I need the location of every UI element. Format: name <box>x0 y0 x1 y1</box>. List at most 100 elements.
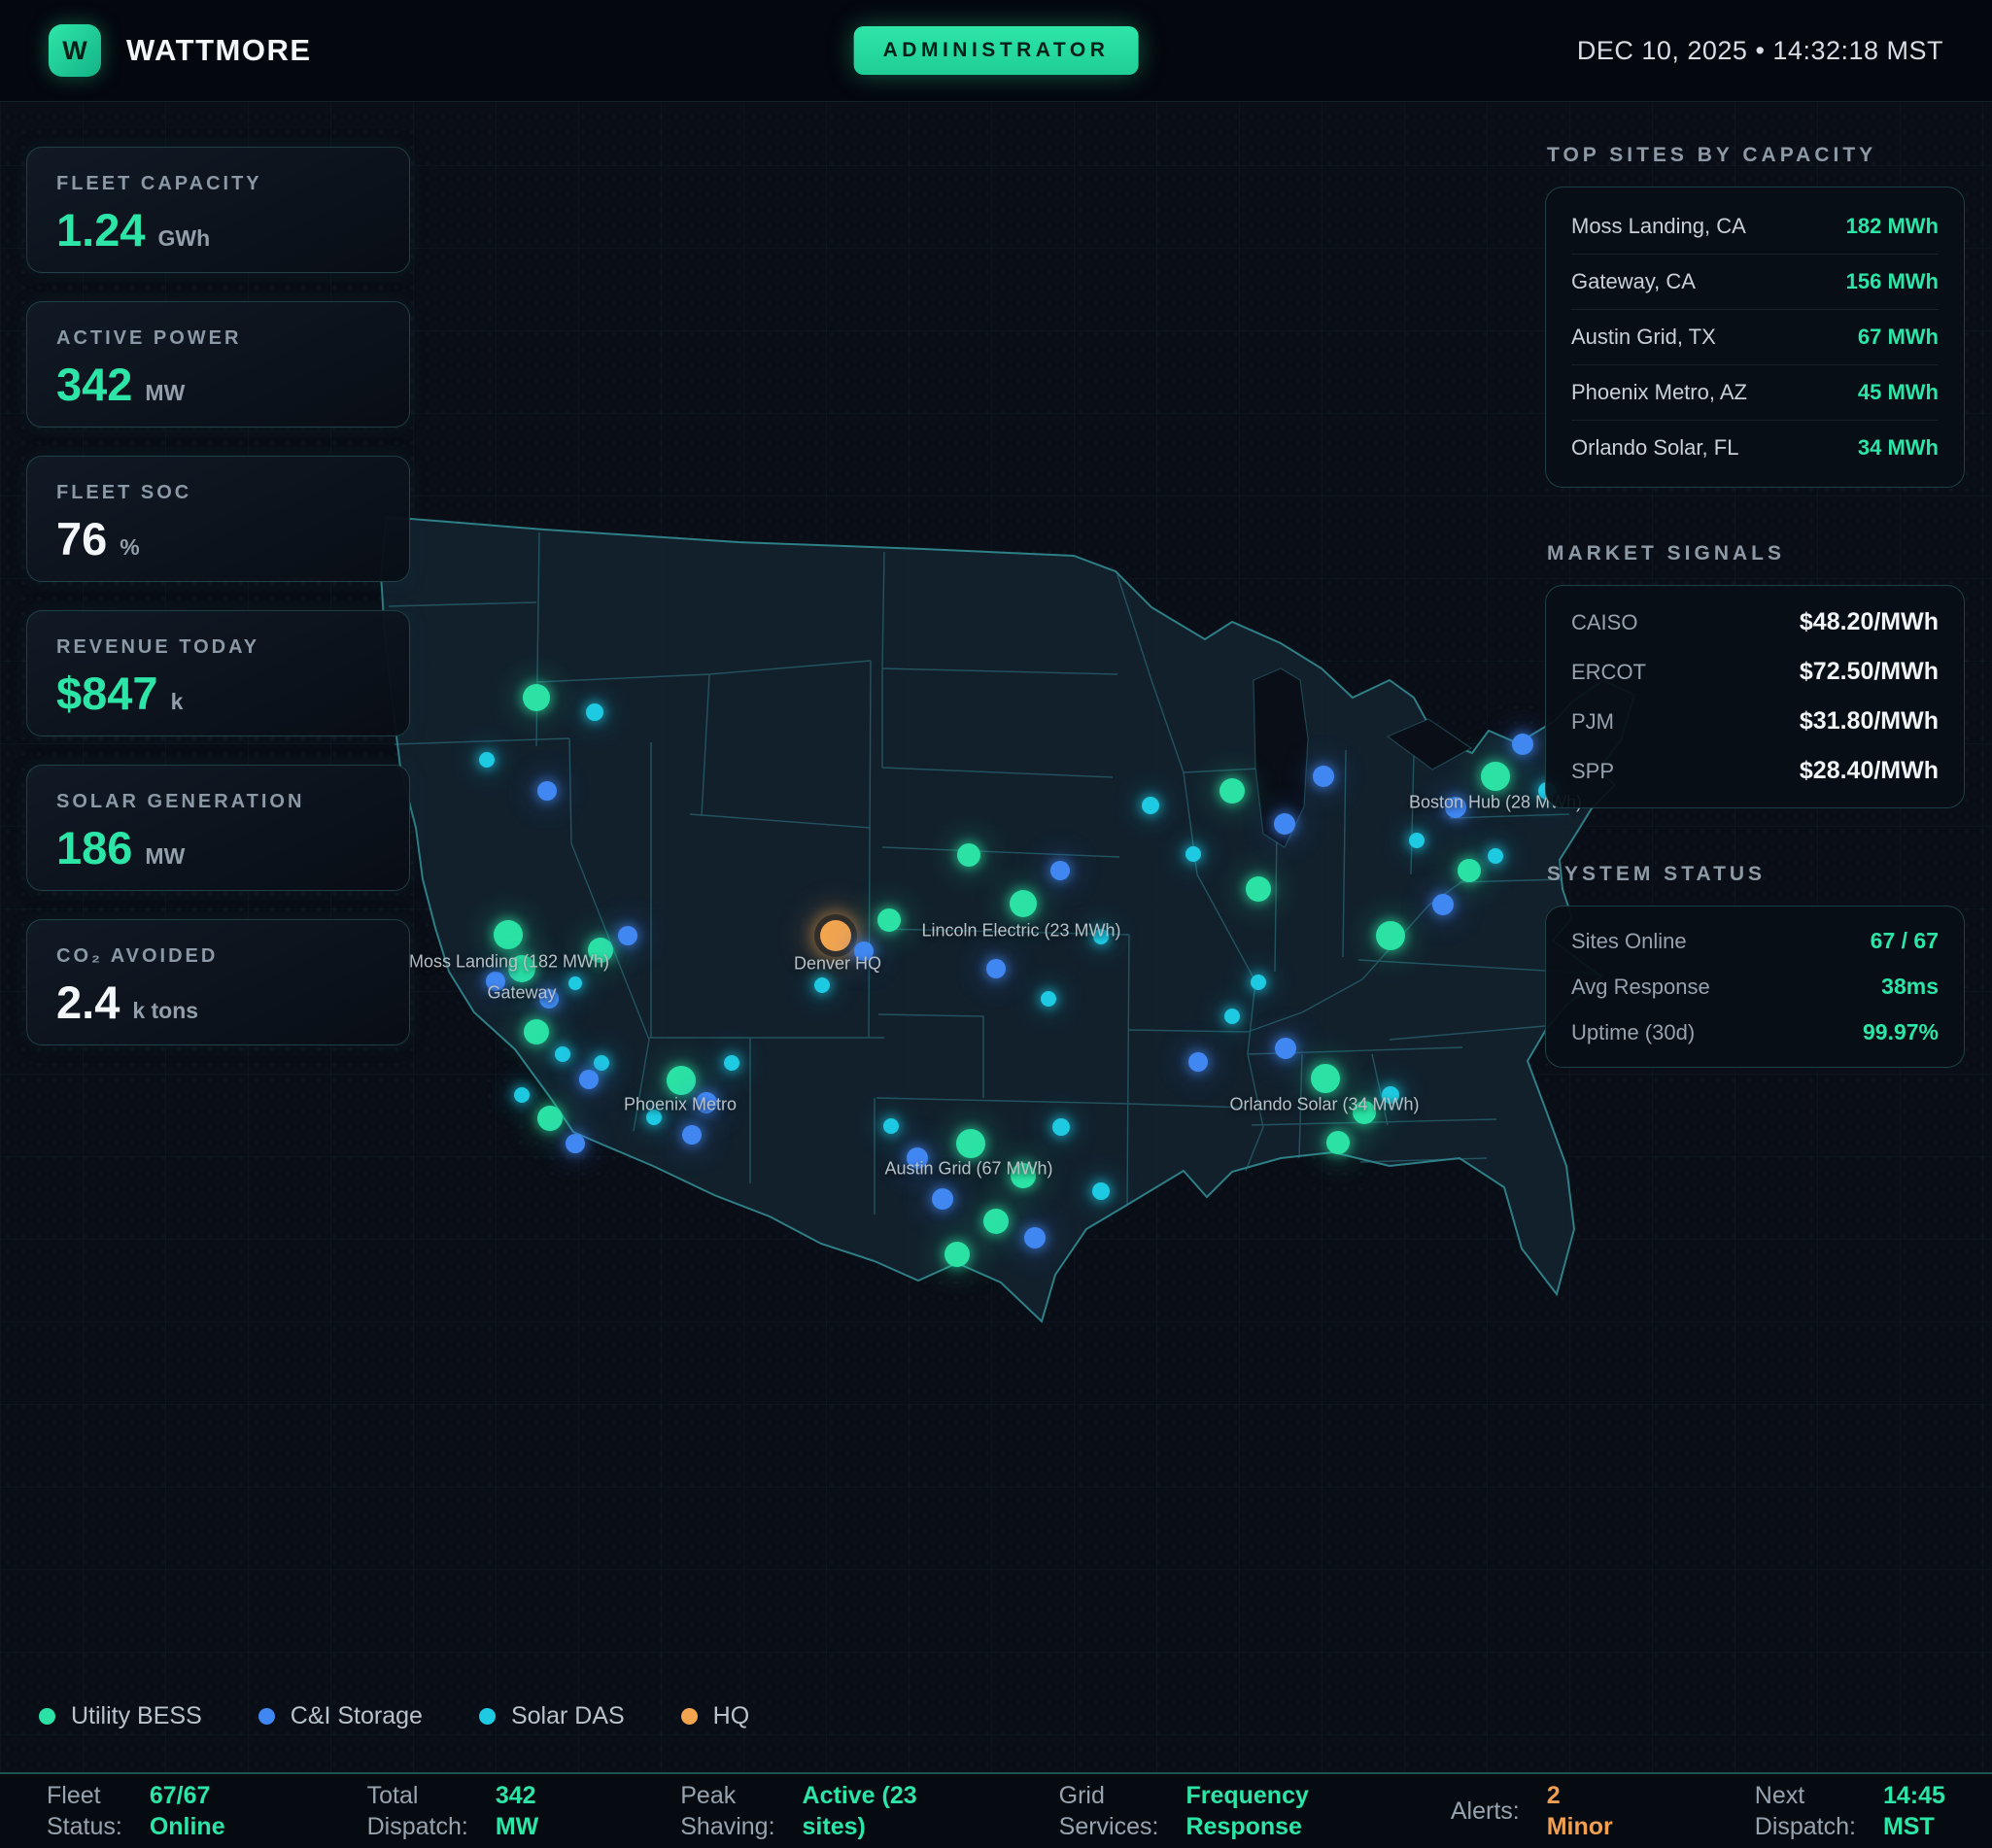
site-dot[interactable] <box>524 1019 549 1044</box>
kpi-label: REVENUE TODAY <box>56 636 380 659</box>
site-dot[interactable] <box>1458 859 1481 882</box>
top-site-row[interactable]: Gateway, CA 156 MWh <box>1571 254 1939 309</box>
site-dot[interactable] <box>1275 1038 1296 1059</box>
kpi-value: 342 <box>56 358 132 411</box>
kpi-unit: MW <box>145 380 185 406</box>
site-dot[interactable] <box>1142 797 1159 814</box>
site-dot[interactable] <box>1010 890 1037 917</box>
site-dot[interactable] <box>1188 1052 1208 1072</box>
site-dot[interactable] <box>1488 848 1503 864</box>
kpi-unit: k <box>171 689 184 715</box>
site-dot[interactable] <box>586 703 603 721</box>
system-status-row: Avg Response 38ms <box>1571 964 1939 1010</box>
site-dot[interactable] <box>523 684 550 711</box>
legend-label: C&I Storage <box>291 1702 423 1730</box>
kpi-card: FLEET CAPACITY 1.24 GWh <box>26 147 410 273</box>
site-dot[interactable] <box>1326 1131 1350 1154</box>
status-value: 67/67 Online <box>150 1780 225 1842</box>
site-dot[interactable] <box>1311 1064 1340 1093</box>
site-dot[interactable] <box>1246 876 1271 902</box>
site-dot[interactable] <box>1274 813 1295 835</box>
market-signals-title: MARKET SIGNALS <box>1547 542 1965 565</box>
site-dot[interactable] <box>1092 1182 1110 1200</box>
site-dot[interactable] <box>696 1092 717 1113</box>
site-dot[interactable] <box>1382 1086 1399 1104</box>
site-dot[interactable] <box>537 781 557 801</box>
kpi-value: 76 <box>56 512 107 565</box>
legend-label: Utility BESS <box>71 1702 202 1730</box>
site-dot[interactable] <box>1185 846 1201 862</box>
site-dot[interactable] <box>1409 833 1425 848</box>
site-dot[interactable] <box>1376 921 1405 950</box>
site-dot[interactable] <box>618 926 637 945</box>
market-row: ERCOT $72.50/MWh <box>1571 647 1939 697</box>
kpi-unit: GWh <box>157 225 210 252</box>
site-dot[interactable] <box>957 843 980 867</box>
site-dot[interactable] <box>1052 1118 1070 1136</box>
site-dot[interactable] <box>579 1070 599 1089</box>
top-site-row[interactable]: Orlando Solar, FL 34 MWh <box>1571 420 1939 475</box>
site-dot[interactable] <box>854 941 874 961</box>
site-dot[interactable] <box>907 1147 928 1169</box>
status-label: Total Dispatch: <box>367 1780 468 1842</box>
market-row: PJM $31.80/MWh <box>1571 697 1939 746</box>
site-dot[interactable] <box>724 1055 739 1071</box>
site-dot[interactable] <box>956 1129 985 1158</box>
site-dot[interactable] <box>514 1087 530 1103</box>
site-dot[interactable] <box>494 920 523 949</box>
site-capacity: 45 MWh <box>1858 380 1939 405</box>
site-dot[interactable] <box>944 1242 970 1267</box>
site-dot[interactable] <box>682 1125 702 1145</box>
site-dot[interactable] <box>1353 1101 1376 1124</box>
site-dot[interactable] <box>566 1134 585 1153</box>
system-status-row: Uptime (30d) 99.97% <box>1571 1010 1939 1055</box>
site-dot[interactable] <box>1041 991 1056 1007</box>
site-dot[interactable] <box>594 1055 609 1071</box>
site-dot[interactable] <box>1093 929 1109 944</box>
site-dot[interactable] <box>1219 778 1245 804</box>
kpi-value: $847 <box>56 667 158 720</box>
status-label: Fleet Status: <box>47 1780 122 1842</box>
site-dot[interactable] <box>1050 861 1070 880</box>
site-dot[interactable] <box>814 914 857 957</box>
site-name: Austin Grid, TX <box>1571 325 1716 350</box>
site-dot[interactable] <box>883 1118 899 1134</box>
site-dot[interactable] <box>537 1106 563 1131</box>
status-value: 38ms <box>1881 974 1939 1000</box>
status-value: 99.97% <box>1863 1019 1939 1045</box>
site-dot[interactable] <box>646 1110 662 1125</box>
site-dot[interactable] <box>588 938 613 963</box>
legend-dot-icon <box>39 1708 55 1725</box>
site-dot[interactable] <box>1432 894 1454 915</box>
app-title: WATTMORE <box>126 33 312 68</box>
site-dot[interactable] <box>1224 1009 1240 1024</box>
site-dot[interactable] <box>932 1188 953 1210</box>
top-site-row[interactable]: Austin Grid, TX 67 MWh <box>1571 309 1939 364</box>
site-dot[interactable] <box>1481 762 1510 791</box>
site-dot[interactable] <box>1445 797 1466 818</box>
kpi-label: FLEET CAPACITY <box>56 173 380 195</box>
top-site-row[interactable]: Moss Landing, CA 182 MWh <box>1571 199 1939 254</box>
site-dot[interactable] <box>1512 734 1533 755</box>
site-dot[interactable] <box>508 955 535 982</box>
status-value: Active (23 sites) <box>803 1780 917 1842</box>
site-dot[interactable] <box>479 752 495 768</box>
site-dot[interactable] <box>814 977 830 993</box>
site-dot[interactable] <box>1251 975 1266 990</box>
site-dot[interactable] <box>486 972 505 991</box>
top-sites-title: TOP SITES BY CAPACITY <box>1547 144 1965 167</box>
site-dot[interactable] <box>986 959 1006 978</box>
kpi-label: ACTIVE POWER <box>56 327 380 350</box>
site-dot[interactable] <box>555 1046 570 1062</box>
top-site-row[interactable]: Phoenix Metro, AZ 45 MWh <box>1571 364 1939 420</box>
site-dot[interactable] <box>1024 1227 1046 1249</box>
site-dot[interactable] <box>539 989 559 1009</box>
legend-item: HQ <box>681 1702 750 1730</box>
site-dot[interactable] <box>667 1066 696 1095</box>
site-dot[interactable] <box>983 1209 1009 1234</box>
site-dot[interactable] <box>1313 766 1334 787</box>
status-label: Next Dispatch: <box>1755 1780 1856 1842</box>
site-dot[interactable] <box>1011 1163 1036 1188</box>
site-dot[interactable] <box>877 908 901 932</box>
site-dot[interactable] <box>568 976 582 990</box>
